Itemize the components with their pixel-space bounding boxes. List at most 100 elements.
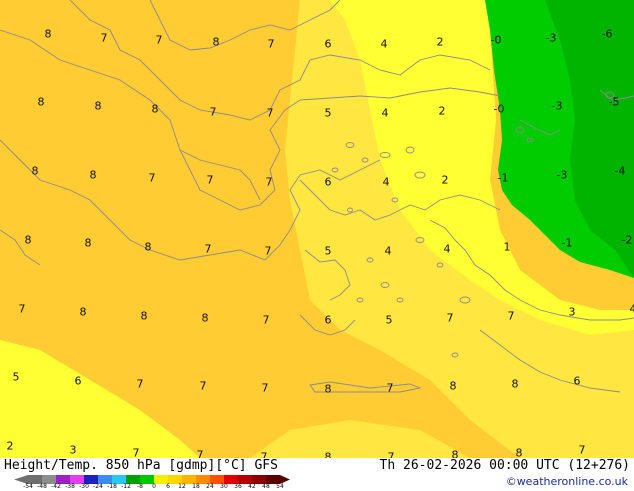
temperature-label: -1 [498,172,509,185]
temperature-label: 3 [569,306,576,319]
temperature-label: 2 [442,174,449,187]
temperature-label: 7 [210,106,217,119]
temperature-label: 8 [141,310,148,323]
temperature-label: 4 [382,107,389,120]
temperature-label: 2 [439,105,446,118]
scale-tick-label: 24 [206,483,214,490]
scale-tick-label: 36 [234,483,242,490]
temperature-label: 7 [266,176,273,189]
scale-tick-label: 18 [192,483,200,490]
temperature-label: 5 [325,107,332,120]
temperature-label: 7 [447,312,454,325]
temperature-label: 2 [437,36,444,49]
temperature-label: -3 [557,169,568,182]
scale-tick-label: 42 [248,483,256,490]
map-valid-time: Th 26-02-2026 00:00 UTC (12+276) [380,458,630,473]
temperature-label: 8 [90,169,97,182]
temperature-label: 6 [574,375,581,388]
temperature-label: 7 [267,107,274,120]
temperature-label: 7 [207,174,214,187]
temperature-label: 7 [200,380,207,393]
temperature-label: 6 [325,314,332,327]
temperature-label: 8 [325,451,332,459]
temperature-label: 3 [70,444,77,457]
temperature-label: 5 [386,314,393,327]
temperature-label: 8 [325,383,332,396]
temperature-label: 7 [197,449,204,459]
temperature-label: 7 [19,303,26,316]
temperature-label: -6 [602,28,613,41]
temperature-label: 7 [579,444,586,457]
temperature-label: 4 [383,176,390,189]
scale-tick-label: -48 [37,483,47,490]
temperature-label: 7 [387,382,394,395]
scale-tick-label: -24 [93,483,103,490]
temperature-label: 8 [38,96,45,109]
temperature-label: 8 [516,447,523,459]
scale-tick-label: -42 [51,483,61,490]
temperature-label: 4 [444,243,451,256]
temperature-label: -5 [609,96,620,109]
temperature-label: 2 [7,440,14,453]
scale-tick-label: 54 [276,483,284,490]
temperature-label: 7 [265,245,272,258]
temperature-label: -2 [622,234,633,247]
temperature-label: 8 [80,306,87,319]
map-title: Height/Temp. 850 hPa [gdmp][°C] GFS [4,458,278,473]
temperature-label: 5 [13,371,20,384]
temperature-label: 4 [630,303,634,316]
scale-tick-label: -38 [65,483,75,490]
scale-tick-label: -54 [23,483,33,490]
temperature-label: 8 [85,237,92,250]
temperature-label: -3 [552,100,563,113]
scale-tick-label: -12 [121,483,131,490]
temperature-label: 7 [149,172,156,185]
temperature-label: 8 [145,241,152,254]
scale-tick-label: 12 [178,483,186,490]
temperature-label: 7 [508,310,515,323]
map-footer: Height/Temp. 850 hPa [gdmp][°C] GFS Th 2… [0,458,634,490]
temperature-label: 5 [325,245,332,258]
temperature-label: -0 [491,34,502,47]
temperature-label: 8 [213,36,220,49]
temperature-label: 4 [385,245,392,258]
temperature-label: 7 [388,451,395,459]
temperature-label: 6 [325,176,332,189]
temperature-label: 8 [25,234,32,247]
temperature-label: 7 [263,314,270,327]
temperature-label: 7 [262,382,269,395]
temperature-label: 7 [101,32,108,45]
temperature-label: 8 [95,100,102,113]
temperature-label: 6 [325,38,332,51]
credit-link[interactable]: ©weatheronline.co.uk [506,475,628,488]
temperature-label: -4 [615,165,626,178]
temperature-label: -0 [494,103,505,116]
scale-tick-label: -30 [79,483,89,490]
temperature-label: -3 [546,32,557,45]
scale-tick-label: -18 [107,483,117,490]
temperature-label: 8 [152,103,159,116]
temperature-label: 6 [75,375,82,388]
scale-tick-label: 6 [166,483,170,490]
weather-map: 8 7 7 8 7 6 4 2 -0 -3 -6 8 8 8 7 7 5 4 2 -0 -3 -5 8 8 7 7 7 6 4 2 -1 -3… [0,0,634,458]
scale-tick-label: 30 [220,483,228,490]
scale-tick-label: -8 [137,483,143,490]
temperature-label: 8 [45,28,52,41]
temperature-label: 4 [381,38,388,51]
temperature-label: -1 [562,237,573,250]
temperature-label: 1 [504,241,511,254]
scale-tick-label: 48 [262,483,270,490]
temperature-label: 8 [512,378,519,391]
temperature-label: 8 [450,380,457,393]
temperature-label: 8 [452,449,459,459]
temperature-label: 7 [156,34,163,47]
temperature-label: 7 [261,451,268,459]
temperature-label: 7 [137,378,144,391]
map-canvas: 8 7 7 8 7 6 4 2 -0 -3 -6 8 8 8 7 7 5 4 2 -0 -3 -5 8 8 7 7 7 6 4 2 -1 -3… [0,0,634,458]
temperature-label: 7 [205,243,212,256]
temperature-label: 7 [268,38,275,51]
temperature-label: 8 [32,165,39,178]
temperature-label: 7 [133,447,140,459]
scale-tick-label: 0 [152,483,156,490]
temperature-label: 8 [202,312,209,325]
